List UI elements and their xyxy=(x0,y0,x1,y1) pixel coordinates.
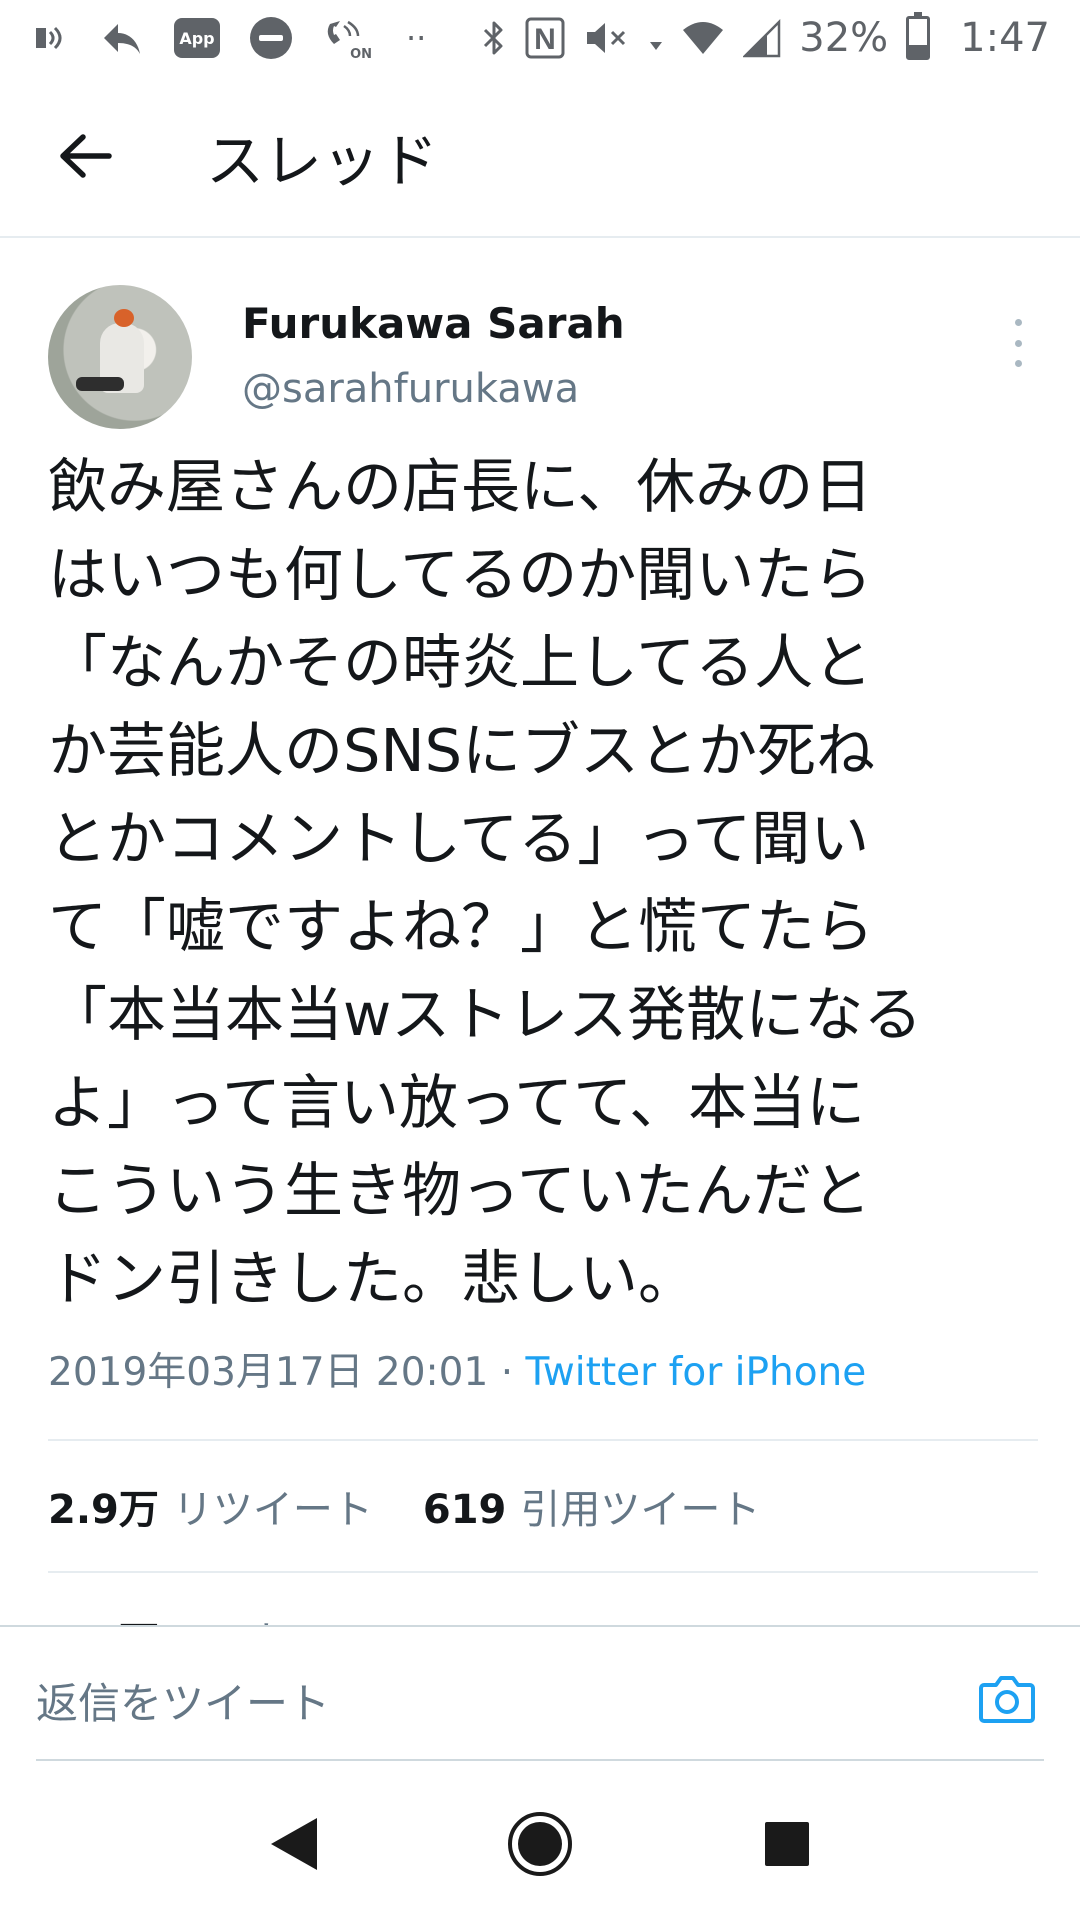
tweet: Furukawa Sarah @sarahfurukawa 飲み屋さんの店長に、… xyxy=(48,285,1038,1703)
retweets-stat[interactable]: 2.9万 リツイート xyxy=(48,1477,373,1535)
status-right: N 32% 1:47 xyxy=(481,12,1050,61)
nav-home-button[interactable] xyxy=(495,1799,585,1889)
reply-arrow-icon xyxy=(100,16,144,60)
nfc-icon: N xyxy=(525,16,565,60)
more-options-button[interactable] xyxy=(998,313,1038,373)
retweet-stats-row: 2.9万 リツイート 619 引用ツイート xyxy=(48,1441,1038,1571)
app-badge-icon: App xyxy=(174,18,220,58)
reply-bar: 返信をツイート xyxy=(0,1625,1080,1767)
retweets-count: 2.9万 xyxy=(48,1487,159,1533)
square-recents-icon xyxy=(764,1821,809,1866)
thread-header: スレッド xyxy=(0,76,1080,238)
system-nav-bar xyxy=(0,1767,1080,1920)
author-display-name[interactable]: Furukawa Sarah xyxy=(242,299,625,349)
reply-placeholder: 返信をツイート xyxy=(36,1678,331,1728)
author-names: Furukawa Sarah @sarahfurukawa xyxy=(242,285,625,413)
battery-percent: 32% xyxy=(799,15,889,61)
tweet-source-link[interactable]: Twitter for iPhone xyxy=(526,1350,867,1395)
avatar-hair xyxy=(114,309,134,327)
back-button[interactable] xyxy=(30,101,140,211)
battery-level xyxy=(909,44,928,57)
vertical-dots-icon xyxy=(1014,339,1022,347)
retweets-label: リツイート xyxy=(172,1487,373,1533)
mute-icon xyxy=(583,16,631,60)
status-left: App ON ·· xyxy=(30,16,427,62)
do-not-disturb-icon xyxy=(250,17,292,59)
avatar[interactable] xyxy=(48,285,192,429)
data-arrow-icon xyxy=(649,16,663,60)
tweet-timestamp[interactable]: 2019年03月17日 20:01 xyxy=(48,1350,488,1395)
wifi-calling-icon: ON xyxy=(322,16,372,62)
voicemail-icon xyxy=(30,16,70,60)
author-handle[interactable]: @sarahfurukawa xyxy=(242,365,625,413)
wifi-calling-on-label: ON xyxy=(350,47,372,62)
status-bar: App ON ·· N 32% 1:47 xyxy=(0,0,1080,76)
quotes-label: 引用ツイート xyxy=(520,1487,761,1533)
reply-input[interactable]: 返信をツイート xyxy=(36,1641,1044,1761)
meta-separator: · xyxy=(488,1350,526,1395)
vertical-dots-icon xyxy=(1014,360,1022,367)
tweet-text: 飲み屋さんの店長に、休みの日 はいつも何してるのか聞いたら 「なんかその時炎上し… xyxy=(48,452,923,1313)
tweet-meta: 2019年03月17日 20:01 · Twitter for iPhone xyxy=(48,1341,1038,1397)
quotes-count: 619 xyxy=(422,1487,507,1533)
bluetooth-icon xyxy=(481,16,507,60)
nfc-letter: N xyxy=(534,23,556,56)
nav-recents-button[interactable] xyxy=(742,1799,832,1889)
page-title: スレッド xyxy=(206,127,439,195)
status-time: 1:47 xyxy=(960,15,1050,61)
wifi-icon xyxy=(681,16,725,60)
triangle-back-icon xyxy=(271,1817,318,1870)
signal-icon xyxy=(743,16,781,60)
tweet-author-row: Furukawa Sarah @sarahfurukawa xyxy=(48,285,1038,429)
status-dots: ·· xyxy=(406,19,427,57)
camera-icon xyxy=(979,1676,1035,1723)
camera-button[interactable] xyxy=(976,1667,1038,1729)
vertical-dots-icon xyxy=(1014,319,1022,326)
battery-icon xyxy=(906,12,931,60)
nav-back-button[interactable] xyxy=(248,1799,338,1889)
arrow-left-icon xyxy=(60,134,112,178)
avatar-legs xyxy=(76,377,124,391)
circle-home-icon xyxy=(507,1811,572,1876)
quotes-stat[interactable]: 619 引用ツイート xyxy=(423,1477,761,1535)
